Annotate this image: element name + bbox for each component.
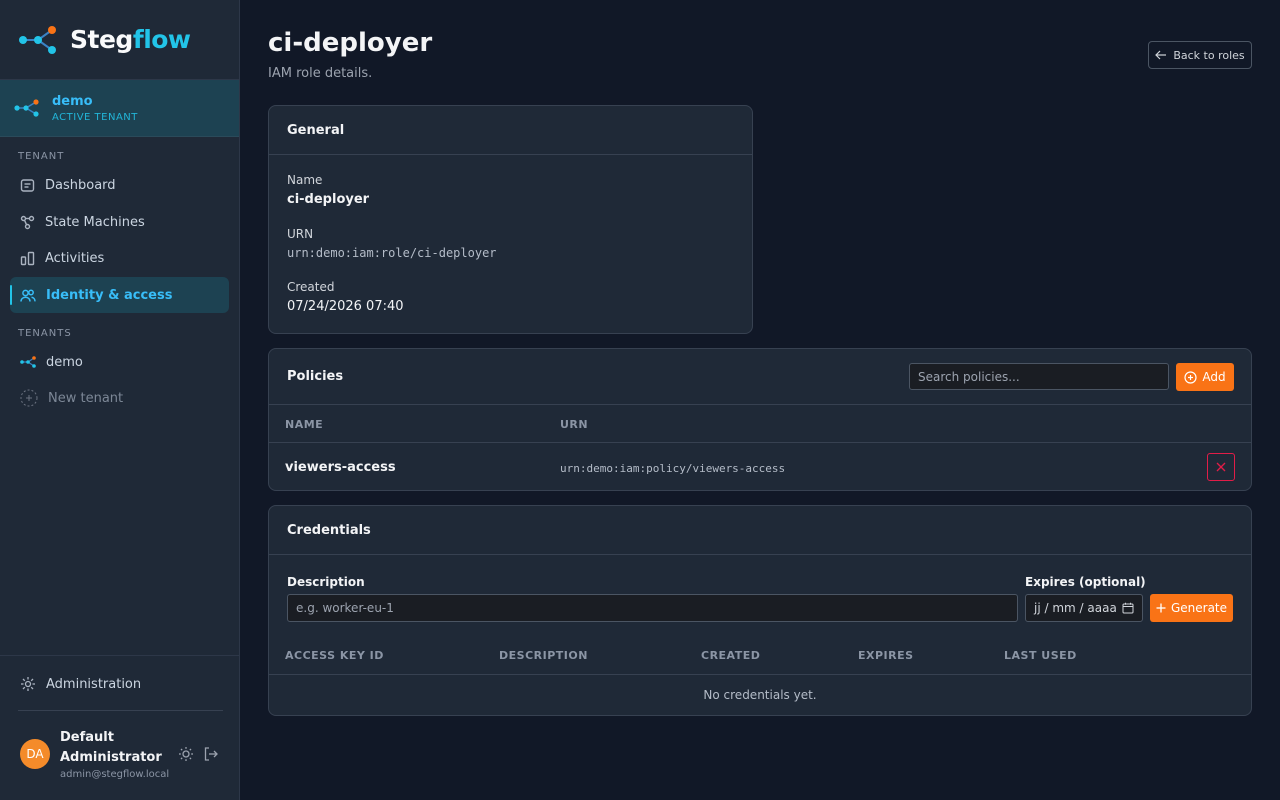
- sidebar-footer: Administration DA Default Administrator …: [0, 655, 239, 800]
- general-card: General Name ci-deployer URN urn:demo:ia…: [268, 105, 753, 334]
- avatar[interactable]: DA: [20, 739, 50, 769]
- remove-policy-button[interactable]: [1207, 453, 1235, 481]
- nav-item-label: Activities: [45, 250, 105, 266]
- table-divider: [269, 674, 1251, 675]
- tenant-icon: [14, 99, 39, 117]
- active-tenant-name: demo: [52, 93, 93, 109]
- expires-placeholder: jj / mm / aaaa: [1034, 601, 1117, 615]
- nav-item-label: Administration: [46, 676, 142, 692]
- brand-name-part1: Steg: [70, 25, 133, 54]
- logout-icon[interactable]: [203, 746, 219, 762]
- expires-label: Expires (optional): [1025, 575, 1146, 589]
- nav-item-administration[interactable]: Administration: [10, 666, 229, 702]
- theme-toggle-icon[interactable]: [178, 746, 194, 762]
- page-subtitle: IAM role details.: [268, 66, 373, 81]
- nav-item-label: State Machines: [45, 214, 145, 230]
- activities-icon: [20, 251, 35, 265]
- empty-state-text: No credentials yet.: [703, 688, 817, 702]
- nav-item-activities[interactable]: Activities: [10, 240, 229, 276]
- tenant-item-demo[interactable]: demo: [10, 344, 229, 380]
- dashboard-icon: [20, 178, 35, 192]
- close-icon: [1216, 462, 1226, 472]
- brand-name: Stegflow: [70, 25, 191, 54]
- gear-icon: [21, 677, 35, 691]
- description-label: Description: [287, 575, 365, 589]
- page-title: ci-deployer: [268, 28, 433, 58]
- nav-item-label: Identity & access: [46, 287, 173, 303]
- user-name: Default Administrator: [60, 730, 162, 765]
- user-email: admin@stegflow.local: [60, 769, 170, 780]
- stegflow-logo-icon: [19, 25, 56, 54]
- plus-circle-icon: [1184, 370, 1197, 384]
- arrow-left-icon: [1155, 50, 1167, 60]
- column-header-access-key-id: ACCESS KEY ID: [285, 649, 384, 662]
- add-policy-button[interactable]: Add: [1176, 363, 1234, 391]
- brand[interactable]: Stegflow: [0, 0, 239, 80]
- credentials-heading: Credentials: [269, 506, 1251, 555]
- sidebar: Stegflow demo ACTIVE TENANT TENANT Dashb…: [0, 0, 240, 800]
- active-tenant-card[interactable]: demo ACTIVE TENANT: [0, 80, 239, 137]
- new-tenant-label: New tenant: [48, 390, 124, 406]
- section-label-tenants: TENANTS: [18, 328, 72, 339]
- section-label-tenant: TENANT: [18, 151, 65, 162]
- generate-button[interactable]: Generate: [1150, 594, 1233, 622]
- plus-circle-icon: [20, 389, 38, 407]
- policies-card: Policies Add NAME URN viewers-access urn…: [268, 348, 1252, 491]
- footer-divider: [18, 710, 223, 711]
- back-to-roles-button[interactable]: Back to roles: [1148, 41, 1252, 69]
- tenant-item-label: demo: [46, 354, 83, 370]
- plus-icon: [1156, 603, 1166, 613]
- created-value: 07/24/2026 07:40: [287, 299, 404, 314]
- expires-date-input[interactable]: jj / mm / aaaa: [1025, 594, 1143, 622]
- table-divider: [269, 442, 1251, 443]
- created-label: Created: [287, 280, 335, 294]
- urn-label: URN: [287, 227, 314, 241]
- column-header-created: CREATED: [701, 649, 761, 662]
- tenant-icon: [20, 356, 36, 368]
- new-tenant-button[interactable]: New tenant: [10, 380, 229, 416]
- policy-urn: urn:demo:iam:policy/viewers-access: [560, 462, 786, 475]
- brand-name-part2: flow: [132, 25, 191, 54]
- calendar-icon[interactable]: [1122, 602, 1134, 614]
- column-header-expires: EXPIRES: [858, 649, 914, 662]
- general-heading: General: [269, 106, 752, 155]
- policy-name[interactable]: viewers-access: [285, 460, 396, 475]
- generate-button-label: Generate: [1170, 601, 1228, 615]
- state-machine-icon: [20, 215, 35, 229]
- nav-item-state-machines[interactable]: State Machines: [10, 204, 229, 240]
- back-button-label: Back to roles: [1173, 48, 1245, 62]
- active-tenant-status: ACTIVE TENANT: [52, 111, 138, 123]
- nav-item-dashboard[interactable]: Dashboard: [10, 167, 229, 203]
- urn-value: urn:demo:iam:role/ci-deployer: [287, 246, 497, 260]
- credentials-card: Credentials Description Expires (optiona…: [268, 505, 1252, 716]
- users-icon: [20, 289, 36, 302]
- name-value: ci-deployer: [287, 192, 370, 207]
- column-header-urn: URN: [560, 418, 589, 431]
- user-block: DA Default Administrator admin@stegflow.…: [20, 728, 169, 780]
- nav-item-identity-access[interactable]: Identity & access: [10, 277, 229, 313]
- column-header-description: DESCRIPTION: [499, 649, 588, 662]
- nav-item-label: Dashboard: [45, 177, 116, 193]
- add-button-label: Add: [1202, 370, 1226, 384]
- column-header-last-used: LAST USED: [1004, 649, 1077, 662]
- description-input[interactable]: [287, 594, 1018, 622]
- name-label: Name: [287, 173, 323, 187]
- search-policies-input[interactable]: [909, 363, 1169, 390]
- column-header-name: NAME: [285, 418, 324, 431]
